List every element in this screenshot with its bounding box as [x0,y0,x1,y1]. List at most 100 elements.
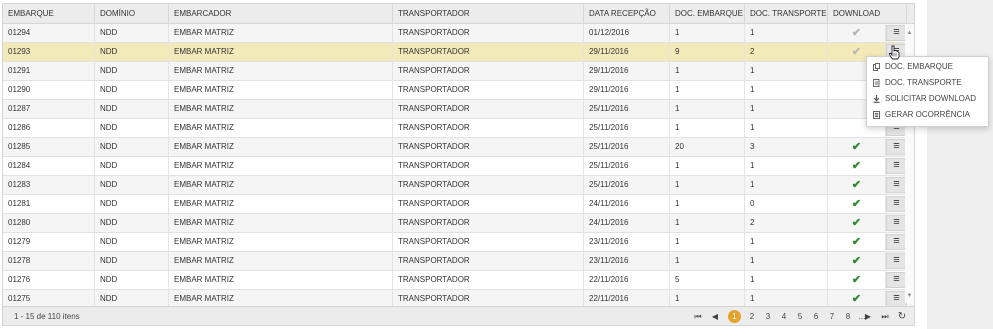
row-menu-button[interactable]: ≡ [886,291,907,307]
pager-info: 1 - 15 de 110 itens [14,312,80,321]
download-status-icon: ✔ [828,271,886,289]
download-status-icon: ✔ [828,24,886,42]
table-row[interactable]: 01290 NDD EMBAR MATRIZ TRANSPORTADOR 29/11/2… [3,81,914,100]
table-row[interactable]: 01286 NDD EMBAR MATRIZ TRANSPORTADOR 25/11/2… [3,119,914,138]
cell-embarcador: EMBAR MATRIZ [169,119,393,137]
cell-doc-transporte: 1 [745,81,828,99]
cell-transportador: TRANSPORTADOR [393,195,584,213]
cell-doc-transporte: 1 [745,62,828,80]
cell-data-recepcao: 23/11/2016 [584,252,670,270]
cell-data-recepcao: 24/11/2016 [584,214,670,232]
report-icon [873,111,880,119]
page-5-button[interactable]: 5 [794,311,806,323]
last-page-icon[interactable]: ⏭ [879,311,891,323]
cell-doc-embarque: 1 [670,214,745,232]
cell-doc-embarque: 1 [670,157,745,175]
grid-header: EMBARQUE DOMÍNIO EMBARCADOR TRANSPORTADO… [3,4,914,24]
cell-doc-embarque: 1 [670,24,745,42]
cell-dominio: NDD [95,195,169,213]
column-header-doc-transporte[interactable]: DOC. TRANSPORTE [745,4,828,24]
table-row[interactable]: 01294 NDD EMBAR MATRIZ TRANSPORTADOR 01/12/2… [3,24,914,43]
cell-data-recepcao: 25/11/2016 [584,119,670,137]
prev-page-icon[interactable]: ◀ [709,311,721,323]
cell-data-recepcao: 25/11/2016 [584,176,670,194]
menu-item-solicitar-download[interactable]: SOLICITAR DOWNLOAD [867,91,988,107]
row-menu-button[interactable]: ≡ [886,196,907,212]
page-4-button[interactable]: 4 [778,311,790,323]
menu-item-label: DOC. TRANSPORTE [885,78,962,87]
cell-doc-embarque: 20 [670,138,745,156]
row-menu-button[interactable]: ≡ [886,253,907,269]
row-menu-button[interactable]: ≡ [886,272,907,288]
table-row[interactable]: 01284 NDD EMBAR MATRIZ TRANSPORTADOR 25/11/2… [3,157,914,176]
next-page-icon[interactable]: ▶ [862,311,874,323]
row-menu-button[interactable]: ≡ [886,177,907,193]
column-header-download[interactable]: DOWNLOAD [828,4,907,24]
table-row[interactable]: 01285 NDD EMBAR MATRIZ TRANSPORTADOR 25/11/2… [3,138,914,157]
cell-embarque: 01293 [3,43,95,61]
refresh-icon[interactable]: ↻ [896,311,908,323]
table-row[interactable]: 01287 NDD EMBAR MATRIZ TRANSPORTADOR 25/11/2… [3,100,914,119]
page-3-button[interactable]: 3 [762,311,774,323]
table-row[interactable]: 01276 NDD EMBAR MATRIZ TRANSPORTADOR 22/11/2… [3,271,914,290]
page-7-button[interactable]: 7 [826,311,838,323]
cell-doc-transporte: 1 [745,271,828,289]
document-stack-icon [873,63,880,71]
row-menu-button[interactable]: ≡ [886,234,907,250]
cell-data-recepcao: 01/12/2016 [584,24,670,42]
cell-dominio: NDD [95,271,169,289]
column-header-embarcador[interactable]: EMBARCADOR [169,4,393,24]
column-header-dominio[interactable]: DOMÍNIO [95,4,169,24]
scroll-up-arrow-icon[interactable]: ▲ [905,28,914,38]
menu-item-doc-transporte[interactable]: DOC. TRANSPORTE [867,75,988,91]
cell-data-recepcao: 22/11/2016 [584,271,670,289]
cell-doc-transporte: 0 [745,195,828,213]
cell-transportador: TRANSPORTADOR [393,43,584,61]
page-8-button[interactable]: 8 [842,311,854,323]
table-row[interactable]: 01293 NDD EMBAR MATRIZ TRANSPORTADOR 29/11/2… [3,43,914,62]
cell-embarcador: EMBAR MATRIZ [169,24,393,42]
table-row[interactable]: 01278 NDD EMBAR MATRIZ TRANSPORTADOR 23/11/2… [3,252,914,271]
row-menu-button[interactable]: ≡ [886,215,907,231]
first-page-icon[interactable]: ⏮ [692,311,704,323]
column-header-transportador[interactable]: TRANSPORTADOR [393,4,584,24]
row-menu-button[interactable]: ≡ [886,158,907,174]
cell-data-recepcao: 23/11/2016 [584,233,670,251]
cell-dominio: NDD [95,214,169,232]
menu-item-gerar-ocorrencia[interactable]: GERAR OCORRÊNCIA [867,107,988,123]
column-header-doc-embarque[interactable]: DOC. EMBARQUE [670,4,745,24]
table-row[interactable]: 01291 NDD EMBAR MATRIZ TRANSPORTADOR 29/11/2… [3,62,914,81]
cell-embarque: 01290 [3,81,95,99]
cell-dominio: NDD [95,252,169,270]
row-menu-button[interactable]: ≡ [886,25,907,41]
cell-doc-embarque: 9 [670,43,745,61]
table-row[interactable]: 01280 NDD EMBAR MATRIZ TRANSPORTADOR 24/11/2… [3,214,914,233]
cell-doc-transporte: 1 [745,176,828,194]
scroll-down-arrow-icon[interactable]: ▼ [905,291,914,301]
download-status-icon: ✔ [828,195,886,213]
page-6-button[interactable]: 6 [810,311,822,323]
menu-item-doc-embarque[interactable]: DOC. EMBARQUE [867,59,988,75]
page-2-button[interactable]: 2 [746,311,758,323]
cell-dominio: NDD [95,119,169,137]
cell-dominio: NDD [95,233,169,251]
column-header-embarque[interactable]: EMBARQUE [3,4,95,24]
cell-doc-transporte: 1 [745,100,828,118]
cell-data-recepcao: 25/11/2016 [584,138,670,156]
cell-transportador: TRANSPORTADOR [393,157,584,175]
row-menu-button[interactable]: ≡ [886,139,907,155]
cell-transportador: TRANSPORTADOR [393,24,584,42]
table-row[interactable]: 01283 NDD EMBAR MATRIZ TRANSPORTADOR 25/11/2… [3,176,914,195]
download-status-icon: ✔ [828,157,886,175]
table-row[interactable]: 01279 NDD EMBAR MATRIZ TRANSPORTADOR 23/11/2… [3,233,914,252]
cell-doc-embarque: 1 [670,62,745,80]
column-header-data-recepcao[interactable]: DATA RECEPÇÃO [584,4,670,24]
page-1-button[interactable]: 1 [728,310,741,323]
cell-doc-transporte: 1 [745,24,828,42]
cell-transportador: TRANSPORTADOR [393,81,584,99]
cell-embarcador: EMBAR MATRIZ [169,62,393,80]
grid-footer: 1 - 15 de 110 itens ⏮ ◀ 1 2 3 4 5 6 7 8 … [3,306,914,325]
cell-transportador: TRANSPORTADOR [393,233,584,251]
cell-doc-transporte: 1 [745,157,828,175]
table-row[interactable]: 01281 NDD EMBAR MATRIZ TRANSPORTADOR 24/11/2… [3,195,914,214]
